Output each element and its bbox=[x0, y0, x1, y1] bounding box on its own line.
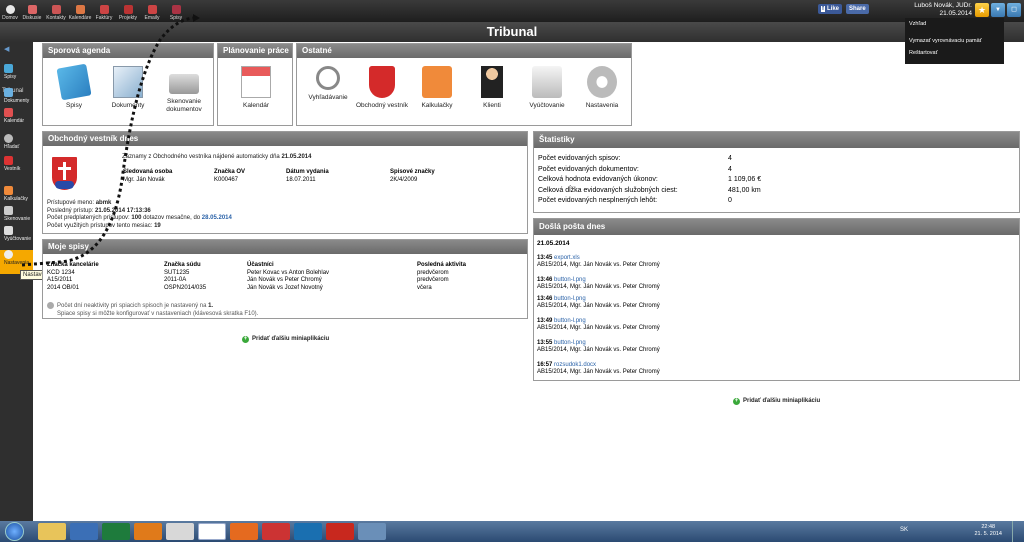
language-indicator[interactable]: SK bbox=[900, 527, 908, 533]
clock[interactable]: 22:48 21. 5. 2014 bbox=[974, 524, 1002, 538]
windows-taskbar: SK 22:48 21. 5. 2014 bbox=[0, 521, 1024, 542]
media-player-icon[interactable] bbox=[70, 523, 98, 540]
explorer-icon[interactable] bbox=[38, 523, 66, 540]
apps-icon[interactable] bbox=[262, 523, 290, 540]
firefox-icon[interactable] bbox=[230, 523, 258, 540]
outlook-icon[interactable] bbox=[134, 523, 162, 540]
clock-time: 22:48 bbox=[981, 524, 996, 530]
show-desktop-button[interactable] bbox=[1012, 521, 1022, 542]
start-button[interactable] bbox=[5, 522, 24, 541]
clock-date: 21. 5. 2014 bbox=[974, 531, 1002, 537]
chrome-icon[interactable] bbox=[166, 523, 194, 540]
annotation-arrow bbox=[21, 14, 200, 267]
filezilla-icon[interactable] bbox=[326, 523, 354, 540]
excel-icon[interactable] bbox=[102, 523, 130, 540]
tool-icon[interactable] bbox=[358, 523, 386, 540]
chrome-active-icon[interactable] bbox=[198, 523, 226, 540]
browser-icon[interactable] bbox=[294, 523, 322, 540]
